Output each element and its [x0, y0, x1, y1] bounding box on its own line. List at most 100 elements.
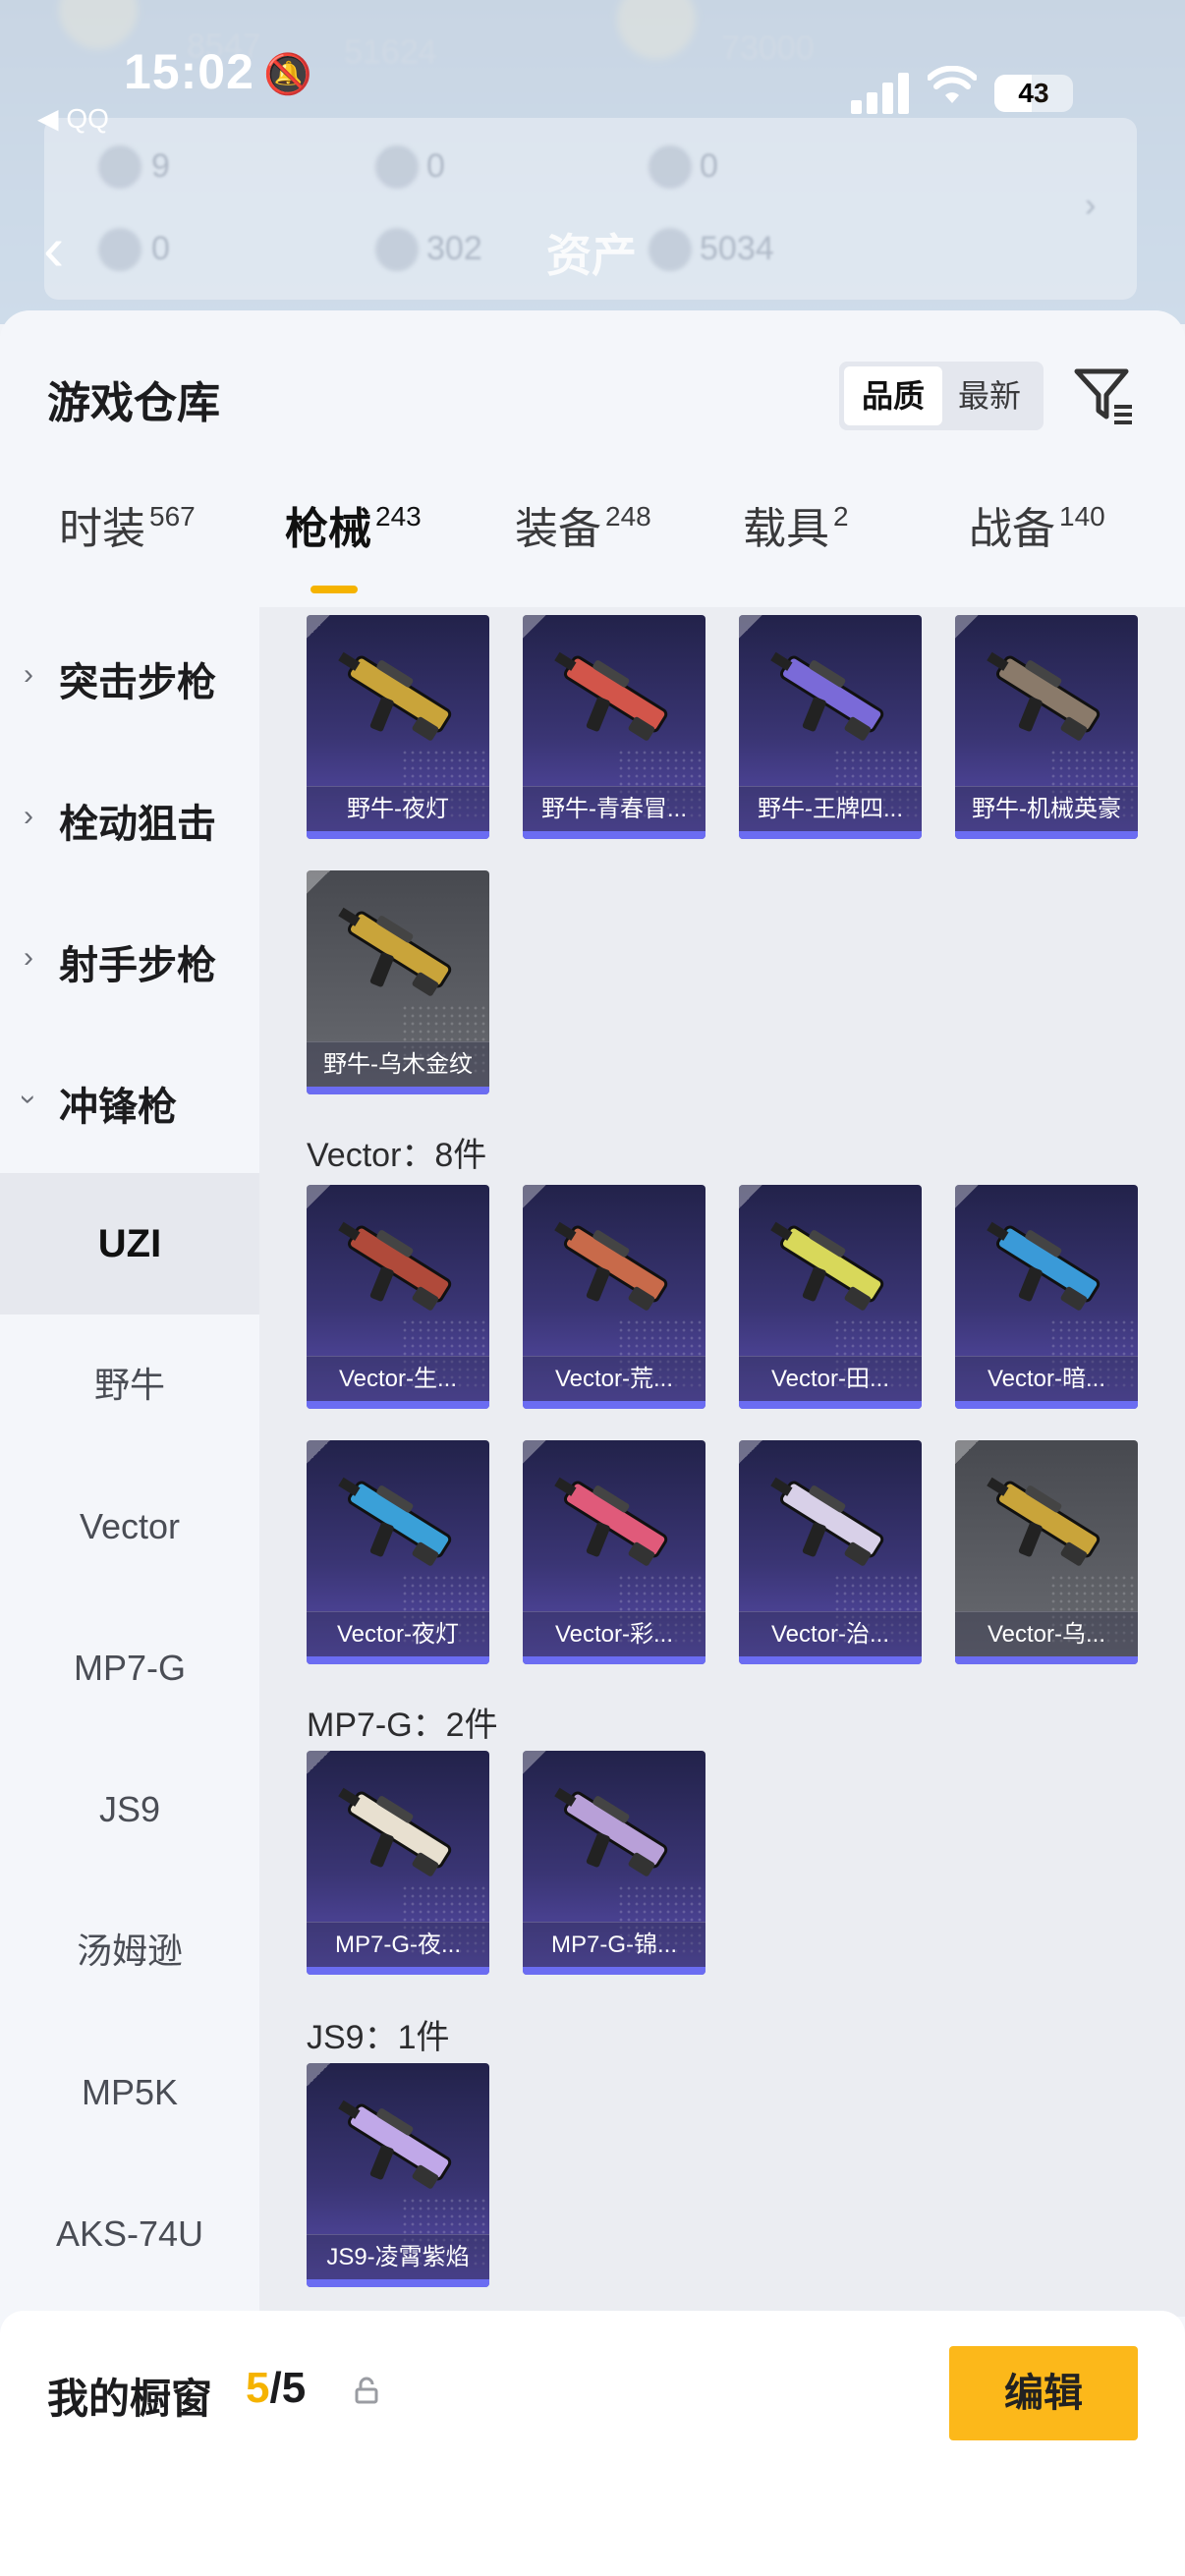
- item-card[interactable]: Vector-彩...: [523, 1440, 705, 1664]
- category-bolt-sniper[interactable]: › 栓动狙击: [0, 749, 259, 890]
- chevron-right-icon: ›: [24, 658, 33, 691]
- ghost-icon: [98, 145, 141, 189]
- game-warehouse-sheet: 游戏仓库 品质 最新 时装 567 枪械 243 装备 248 载具 2 战备 140 ›…: [0, 310, 1185, 2576]
- filter-icon[interactable]: [1071, 364, 1136, 428]
- item-card[interactable]: 野牛-青春冒...: [523, 615, 705, 839]
- weapon-icon: [770, 1221, 884, 1311]
- tab-count: 248: [605, 501, 651, 532]
- item-card[interactable]: 野牛-机械英豪: [955, 615, 1138, 839]
- sort-quality-button[interactable]: 品质: [844, 366, 942, 425]
- tab-label: 枪械: [285, 505, 371, 553]
- weapon-icon: [987, 1477, 1100, 1566]
- tab-firearms[interactable]: 枪械 243: [285, 493, 422, 591]
- battery-icon: 43: [994, 75, 1073, 112]
- subcategory-uzi[interactable]: UZI: [0, 1173, 259, 1315]
- tab-count: 243: [375, 501, 422, 532]
- item-name: 野牛-王牌四...: [739, 786, 922, 831]
- subcategory-mp7g[interactable]: MP7-G: [0, 1597, 259, 1739]
- tier-stripe: [307, 1087, 489, 1094]
- weapon-icon: [338, 1787, 452, 1876]
- tab-label: 载具: [743, 505, 829, 553]
- showcase-count: 5/5: [246, 2364, 306, 2413]
- item-card[interactable]: Vector-荒...: [523, 1185, 705, 1409]
- status-bar: 15:02 🔕 ◀ QQ 43: [0, 0, 1185, 147]
- tier-stripe: [739, 1656, 922, 1664]
- showcase-bar: 我的橱窗 5/5 编辑: [0, 2311, 1185, 2576]
- lock-icon[interactable]: [352, 2376, 381, 2405]
- edit-button[interactable]: 编辑: [949, 2346, 1138, 2440]
- tab-bar: 时装 567 枪械 243 装备 248 载具 2 战备 140: [0, 493, 1185, 591]
- category-label: 栓动狙击: [59, 803, 216, 846]
- item-card[interactable]: Vector-田...: [739, 1185, 922, 1409]
- item-name: 野牛-夜灯: [307, 786, 489, 831]
- showcase-count-total: /5: [269, 2364, 307, 2412]
- item-card[interactable]: 野牛-乌木金纹: [307, 870, 489, 1094]
- ghost-value: 0: [700, 147, 718, 185]
- bell-mute-icon: 🔕: [263, 53, 312, 96]
- tier-stripe: [307, 2279, 489, 2287]
- subcategory-mp5k[interactable]: MP5K: [0, 2022, 259, 2163]
- group-title-mp7g: MP7-G：2件: [307, 1707, 498, 1744]
- back-to-app-link[interactable]: ◀ QQ: [37, 102, 109, 135]
- item-card[interactable]: Vector-暗...: [955, 1185, 1138, 1409]
- ghost-value: 302: [426, 230, 482, 267]
- category-marksman-rifle[interactable]: › 射手步枪: [0, 890, 259, 1032]
- weapon-icon: [338, 907, 452, 996]
- subcategory-vector[interactable]: Vector: [0, 1456, 259, 1597]
- item-card[interactable]: Vector-乌...: [955, 1440, 1138, 1664]
- subcategory-aks74u[interactable]: AKS-74U: [0, 2163, 259, 2305]
- category-label: 射手步枪: [59, 944, 216, 987]
- active-tab-indicator: [310, 586, 358, 593]
- tab-label: 战备: [969, 505, 1055, 553]
- item-card[interactable]: 野牛-王牌四...: [739, 615, 922, 839]
- sheet-title: 游戏仓库: [47, 379, 220, 427]
- item-name: MP7-G-锦...: [523, 1922, 705, 1967]
- item-name: 野牛-机械英豪: [955, 786, 1138, 831]
- item-card[interactable]: Vector-生...: [307, 1185, 489, 1409]
- subcategory-thompson[interactable]: 汤姆逊: [0, 1880, 259, 2022]
- item-card[interactable]: JS9-凌霄紫焰: [307, 2063, 489, 2287]
- item-card[interactable]: 野牛-夜灯: [307, 615, 489, 839]
- tab-fashion[interactable]: 时装 567: [59, 493, 196, 591]
- item-name: 野牛-乌木金纹: [307, 1041, 489, 1087]
- tier-stripe: [523, 1401, 705, 1409]
- back-chevron-icon[interactable]: ‹: [43, 212, 64, 285]
- item-name: Vector-田...: [739, 1356, 922, 1401]
- item-card[interactable]: MP7-G-夜...: [307, 1751, 489, 1975]
- tab-supplies[interactable]: 战备 140: [969, 493, 1105, 591]
- item-grid: Vector：8件 MP7-G：2件 JS9：1件 野牛-夜灯 野牛-青春冒...…: [259, 607, 1185, 2317]
- tier-stripe: [307, 1656, 489, 1664]
- ghost-chevron: ›: [1085, 187, 1097, 224]
- item-name: Vector-暗...: [955, 1356, 1138, 1401]
- category-smg[interactable]: › 冲锋枪: [0, 1032, 259, 1173]
- tier-stripe: [955, 1656, 1138, 1664]
- item-card[interactable]: MP7-G-锦...: [523, 1751, 705, 1975]
- tab-equipment[interactable]: 装备 248: [515, 493, 651, 591]
- tier-stripe: [955, 1401, 1138, 1409]
- weapon-icon: [338, 651, 452, 741]
- chevron-right-icon: ›: [24, 800, 33, 832]
- tab-vehicles[interactable]: 载具 2: [743, 493, 849, 591]
- category-label: 突击步枪: [59, 661, 216, 704]
- sort-segmented-control: 品质 最新: [839, 362, 1044, 430]
- weapon-icon: [987, 1221, 1100, 1311]
- item-name: Vector-荒...: [523, 1356, 705, 1401]
- weapon-icon: [554, 1221, 668, 1311]
- item-card[interactable]: Vector-治...: [739, 1440, 922, 1664]
- item-name: Vector-夜灯: [307, 1611, 489, 1656]
- item-card[interactable]: Vector-夜灯: [307, 1440, 489, 1664]
- tier-stripe: [523, 831, 705, 839]
- ghost-icon: [375, 145, 419, 189]
- sort-latest-button[interactable]: 最新: [940, 366, 1039, 425]
- ghost-value: 9: [151, 147, 170, 185]
- tier-stripe: [523, 1967, 705, 1975]
- subcategory-js9[interactable]: JS9: [0, 1739, 259, 1880]
- showcase-label: 我的橱窗: [47, 2376, 213, 2422]
- item-name: 野牛-青春冒...: [523, 786, 705, 831]
- category-assault-rifle[interactable]: › 突击步枪: [0, 607, 259, 749]
- weapon-icon: [338, 1477, 452, 1566]
- weapon-icon: [338, 2100, 452, 2189]
- weapon-icon: [770, 1477, 884, 1566]
- tier-stripe: [739, 1401, 922, 1409]
- subcategory-bison[interactable]: 野牛: [0, 1315, 259, 1456]
